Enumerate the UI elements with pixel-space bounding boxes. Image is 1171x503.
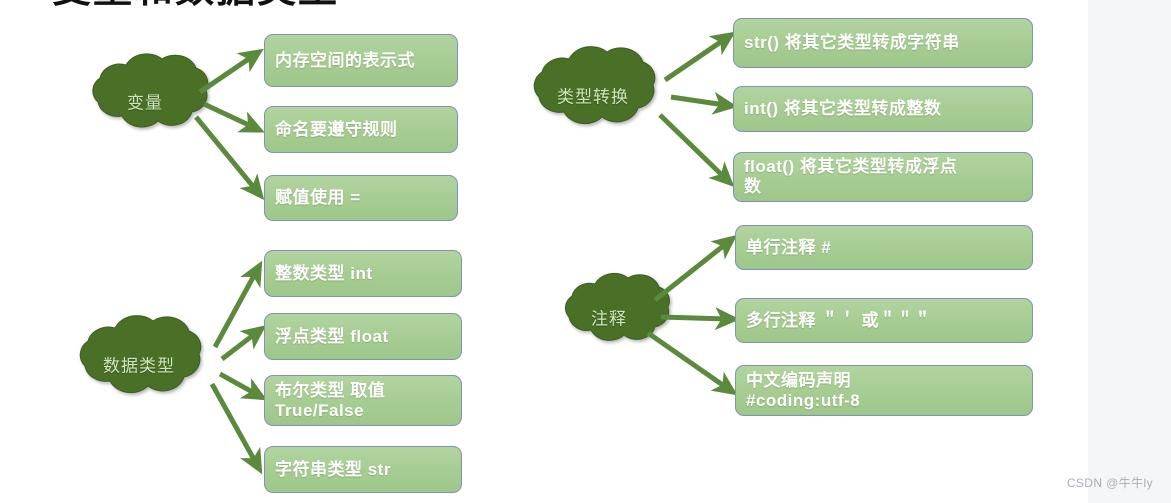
leaf-label: 布尔类型 取值 True/False: [275, 380, 386, 420]
connector-type-conversion-3: [658, 113, 735, 188]
leaf-box-type-conversion-1[interactable]: str() 将其它类型转成字符串: [733, 18, 1033, 68]
leaf-box-type-conversion-2[interactable]: int() 将其它类型转成整数: [733, 86, 1033, 132]
leaf-box-variable-2[interactable]: 命名要遵守规则: [264, 106, 458, 153]
leaf-label: str() 将其它类型转成字符串: [744, 33, 960, 53]
leaf-box-variable-3[interactable]: 赋值使用 =: [264, 175, 458, 221]
connector-variable-2: [202, 101, 265, 133]
mindmap-canvas: 变量和数据类型: [0, 0, 1171, 503]
leaf-box-comment-3[interactable]: 中文编码声明 #coding:utf-8: [735, 365, 1033, 416]
leaf-box-data-type-1[interactable]: 整数类型 int: [264, 250, 462, 297]
leaf-label: 内存空间的表示式: [275, 50, 415, 70]
connector-comment-2: [660, 307, 740, 331]
connector-data-type-3: [218, 371, 268, 401]
hub-label-comment: 注释: [591, 309, 627, 329]
leaf-box-type-conversion-3[interactable]: float() 将其它类型转成浮点 数: [733, 152, 1033, 202]
leaf-label: 中文编码声明 #coding:utf-8: [746, 370, 861, 410]
leaf-box-variable-1[interactable]: 内存空间的表示式: [264, 34, 458, 87]
connector-data-type-2: [220, 325, 267, 361]
leaf-box-comment-1[interactable]: 单行注释 #: [735, 225, 1033, 270]
leaf-box-data-type-3[interactable]: 布尔类型 取值 True/False: [264, 375, 462, 426]
leaf-label: 浮点类型 float: [275, 326, 389, 346]
connector-comment-1: [653, 234, 738, 302]
connector-comment-3: [646, 330, 738, 396]
connector-variable-1: [198, 48, 264, 95]
leaf-label: int() 将其它类型转成整数: [744, 99, 942, 119]
leaf-label: 整数类型 int: [275, 263, 373, 283]
hub-label-variable: 变量: [127, 93, 163, 113]
leaf-label: 多行注释 ＂＇ 或＂＂＂: [746, 310, 932, 330]
leaf-label: 单行注释 #: [746, 237, 832, 257]
connector-variable-3: [194, 115, 265, 201]
leaf-label: 字符串类型 str: [275, 459, 391, 479]
connector-type-conversion-2: [670, 91, 738, 115]
hub-label-data-type: 数据类型: [103, 356, 175, 376]
csdn-watermark: CSDN @牛牛ly: [1066, 476, 1153, 490]
leaf-label: float() 将其它类型转成浮点 数: [744, 157, 958, 196]
leaf-box-data-type-2[interactable]: 浮点类型 float: [264, 313, 462, 360]
connector-data-type-4: [209, 382, 263, 475]
leaf-box-data-type-4[interactable]: 字符串类型 str: [264, 446, 462, 493]
leaf-box-comment-2[interactable]: 多行注释 ＂＇ 或＂＂＂: [735, 298, 1033, 343]
leaf-label: 赋值使用 =: [275, 188, 361, 208]
connector-type-conversion-1: [663, 31, 736, 83]
leaf-label: 命名要遵守规则: [275, 119, 398, 139]
hub-label-type-conversion: 类型转换: [557, 87, 629, 107]
